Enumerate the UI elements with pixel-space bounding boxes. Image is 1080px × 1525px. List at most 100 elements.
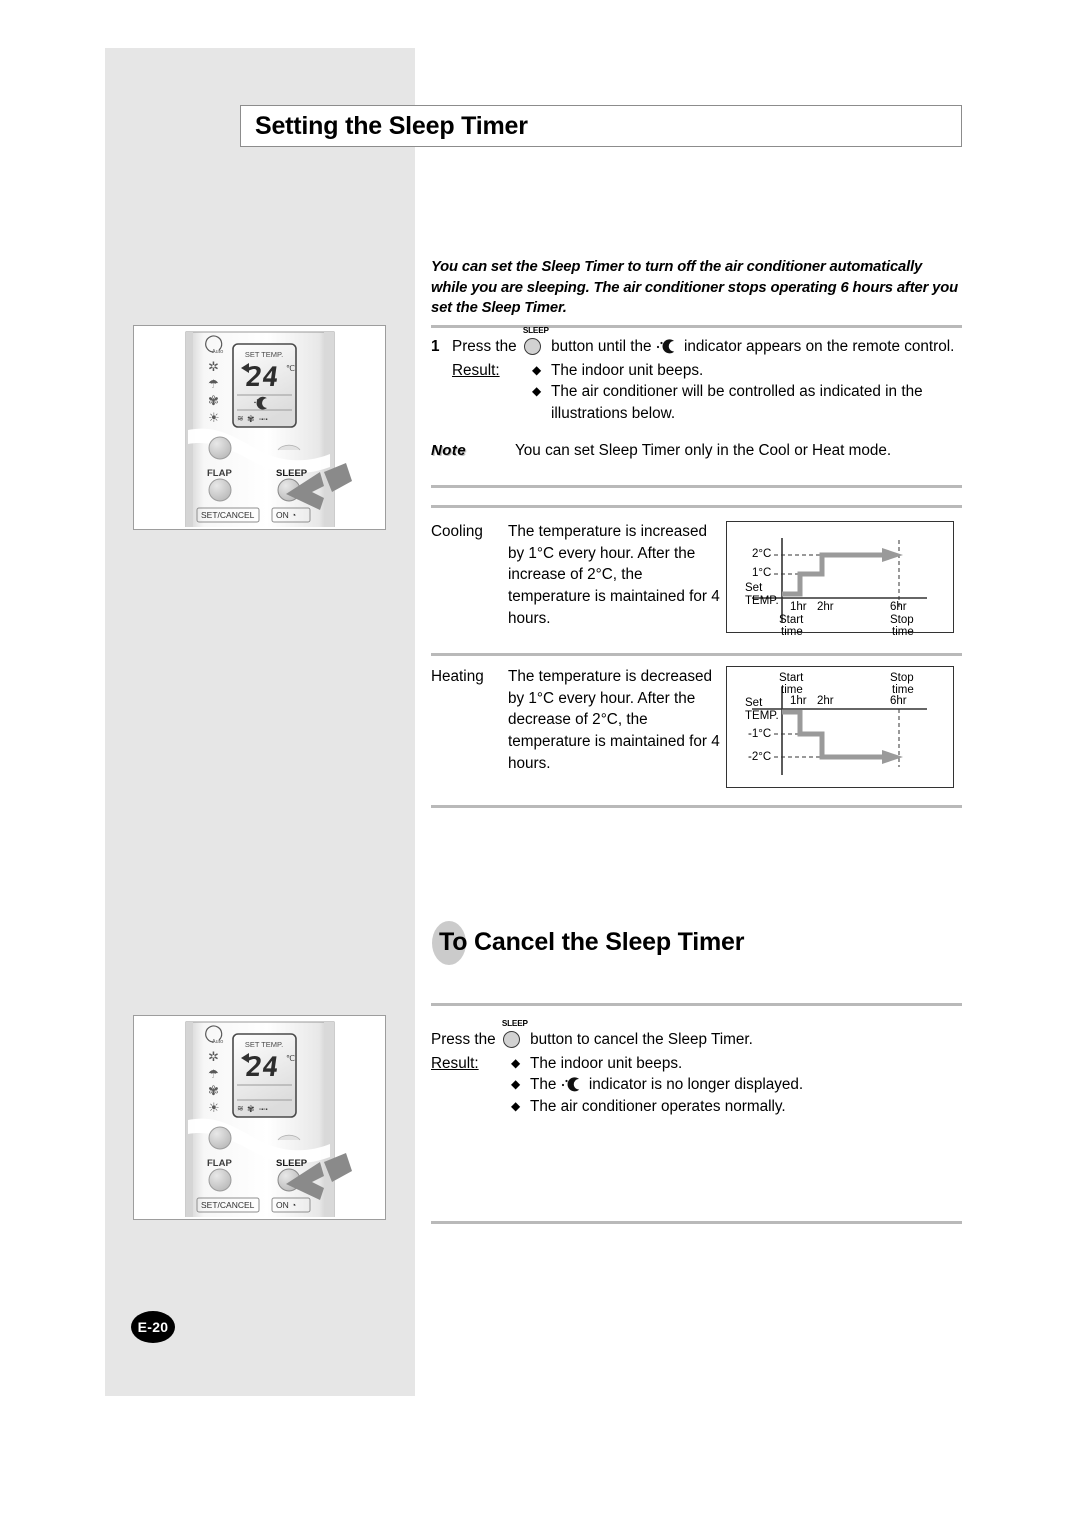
- cooling-xtick-1hr: 1hr: [790, 601, 807, 613]
- divider-above-cancel-body: [431, 1003, 962, 1006]
- remote-flap-label: FLAP: [207, 1158, 232, 1169]
- cancel-bullet-2-pre: The: [530, 1076, 557, 1093]
- bullet-diamond-icon: ◆: [511, 1077, 521, 1091]
- divider-below-heating: [431, 805, 962, 808]
- remote-flap-button[interactable]: [208, 1168, 232, 1192]
- page-title: Setting the Sleep Timer: [255, 111, 528, 140]
- step-1-text-after: indicator appears on the remote control.: [683, 338, 955, 355]
- sleep-button-glyph[interactable]: SLEEP: [522, 326, 549, 355]
- remote-illustration-set-graphic: SET TEMP. 24 ℃ ≋ ✾ ▫▪▫▪ Auto ✲ ☂ ✾ ☀ FLA…: [185, 331, 352, 527]
- cooling-xtick-6hr: 6hr: [890, 601, 907, 613]
- remote-display-title: SET TEMP.: [245, 1040, 283, 1049]
- mode-text-cooling: The temperature is increased by 1°C ever…: [508, 523, 720, 627]
- mode-dry-icon: ☂: [208, 377, 219, 391]
- remote-illustration-cancel-graphic: SET TEMP. 24 ℃ ≋ ✾ ▫▪▫▪ Auto ✲ ☂ ✾ ☀ FLA…: [185, 1021, 352, 1217]
- mode-label-heating: Heating: [431, 668, 484, 685]
- note-block: Note You can set Sleep Timer only in the…: [431, 442, 962, 460]
- remote-ontimer-label: ON ◔: [276, 1200, 296, 1210]
- mode-dry-icon: ☂: [208, 1067, 219, 1081]
- cooling-start-label-1: Start: [779, 614, 804, 626]
- page-number-text: E-20: [137, 1319, 169, 1335]
- cooling-chart: Set TEMP. 1°C 2°C 1hr 2hr 6hr Start time…: [726, 521, 954, 638]
- bullet-diamond-icon: ◆: [511, 1055, 521, 1070]
- svg-text:Auto: Auto: [212, 349, 223, 355]
- heating-ytick-minus2c: -2°C: [748, 751, 772, 763]
- cancel-bullet-3: The air conditioner operates normally.: [530, 1097, 786, 1115]
- cancel-section-heading: To Cancel the Sleep Timer: [431, 919, 744, 965]
- heating-axis-origin-line2: TEMP.: [745, 710, 779, 722]
- cancel-body-block: Press the SLEEP button to cancel the Sle…: [431, 1019, 962, 1118]
- note-text: You can set Sleep Timer only in the Cool…: [515, 442, 892, 459]
- svg-text:≋: ≋: [237, 414, 244, 423]
- remote-sleep-label: SLEEP: [276, 468, 308, 479]
- heating-start-label-1: Start: [779, 672, 804, 684]
- remote-illustration-set: SET TEMP. 24 ℃ ≋ ✾ ▫▪▫▪ Auto ✲ ☂ ✾ ☀ FLA…: [133, 325, 386, 530]
- cancel-heading-prefix: To: [439, 927, 468, 956]
- cooling-ytick-2c: 2°C: [752, 548, 772, 560]
- page-title-box: Setting the Sleep Timer: [240, 105, 962, 147]
- sleep-button-glyph-label: SLEEP: [522, 326, 549, 335]
- sleep-button-glyph-circle: [502, 1031, 520, 1048]
- sleep-indicator-icon: [656, 338, 680, 354]
- remote-ontimer-label: ON ◔: [276, 510, 296, 520]
- cancel-text-after: button to cancel the Sleep Timer.: [530, 1031, 753, 1048]
- step-1-result-label-text: Result:: [452, 361, 500, 379]
- remote-setcancel-label: SET/CANCEL: [201, 510, 255, 520]
- mode-row-cooling: Cooling The temperature is increased by …: [431, 521, 962, 638]
- sleep-button-glyph-circle: [523, 338, 541, 355]
- intro-paragraph: You can set the Sleep Timer to turn off …: [431, 259, 958, 316]
- bullet-diamond-icon: ◆: [532, 384, 542, 398]
- cooling-ytick-1c: 1°C: [752, 567, 772, 579]
- sleep-indicator-icon: [561, 1076, 585, 1092]
- bullet-diamond-icon: ◆: [511, 1098, 521, 1113]
- remote-flap-button[interactable]: [208, 478, 232, 502]
- divider-bottom: [431, 1221, 962, 1224]
- svg-text:▫▪▫▪: ▫▪▫▪: [259, 1107, 268, 1113]
- cooling-start-label-2: time: [781, 626, 803, 638]
- remote-setcancel-label: SET/CANCEL: [201, 1200, 255, 1210]
- cancel-heading-rest: Cancel the Sleep Timer: [474, 927, 745, 956]
- sleep-button-glyph-label: SLEEP: [501, 1019, 528, 1028]
- cooling-stop-label-1: Stop: [890, 614, 914, 626]
- mode-fan-icon: ✾: [208, 393, 219, 408]
- mode-fan-icon: ✾: [208, 1083, 219, 1098]
- heating-xtick-2hr: 2hr: [817, 695, 834, 707]
- bullet-diamond-icon: ◆: [532, 362, 542, 377]
- remote-temp-unit: ℃: [286, 1054, 295, 1063]
- page-number-badge: E-20: [131, 1311, 175, 1343]
- remote-temp-value: 24: [244, 362, 281, 393]
- remote-illustration-cancel: SET TEMP. 24 ℃ ≋ ✾ ▫▪▫▪ Auto ✲ ☂ ✾ ☀ FLA…: [133, 1015, 386, 1220]
- heating-axis-origin-line1: Set: [745, 697, 763, 709]
- remote-temp-unit: ℃: [286, 364, 295, 373]
- cooling-stop-label-2: time: [892, 626, 914, 638]
- mode-label-cooling: Cooling: [431, 523, 483, 540]
- svg-text:≋: ≋: [237, 1104, 244, 1113]
- mode-heat-icon: ☀: [208, 1100, 220, 1115]
- cooling-axis-origin-line1: Set: [745, 582, 763, 594]
- cancel-bullet-1: The indoor unit beeps.: [530, 1054, 683, 1072]
- svg-text:▫▪▫▪: ▫▪▫▪: [259, 417, 268, 423]
- step-1-result-label: Result:: [452, 360, 532, 425]
- mode-text-heating: The temperature is decreased by 1°C ever…: [508, 668, 720, 772]
- svg-text:✾: ✾: [247, 1104, 255, 1114]
- remote-mode-button[interactable]: [208, 1126, 232, 1150]
- cancel-bullet-2-post: indicator is no longer displayed.: [588, 1076, 804, 1093]
- mode-heat-icon: ☀: [208, 410, 220, 425]
- step-1-text-between: button until the: [551, 338, 652, 355]
- heating-xtick-6hr: 6hr: [890, 695, 907, 707]
- mode-cool-icon: ✲: [208, 1049, 219, 1064]
- divider-above-step1: [431, 325, 962, 328]
- sleep-button-glyph[interactable]: SLEEP: [501, 1019, 528, 1048]
- cancel-heading-text: To Cancel the Sleep Timer: [431, 928, 744, 957]
- svg-text:Auto: Auto: [212, 1039, 223, 1045]
- step-1-text-before: Press the: [452, 338, 517, 355]
- remote-display-title: SET TEMP.: [245, 350, 283, 359]
- remote-mode-button[interactable]: [208, 436, 232, 460]
- divider-above-cooling: [431, 505, 962, 508]
- step-1-bullet-1: The indoor unit beeps.: [551, 361, 704, 379]
- cancel-result-label: Result:: [431, 1053, 511, 1118]
- cooling-xtick-2hr: 2hr: [817, 601, 834, 613]
- cooling-axis-origin-line2: TEMP.: [745, 595, 779, 607]
- svg-text:✾: ✾: [247, 414, 255, 424]
- heating-xtick-1hr: 1hr: [790, 695, 807, 707]
